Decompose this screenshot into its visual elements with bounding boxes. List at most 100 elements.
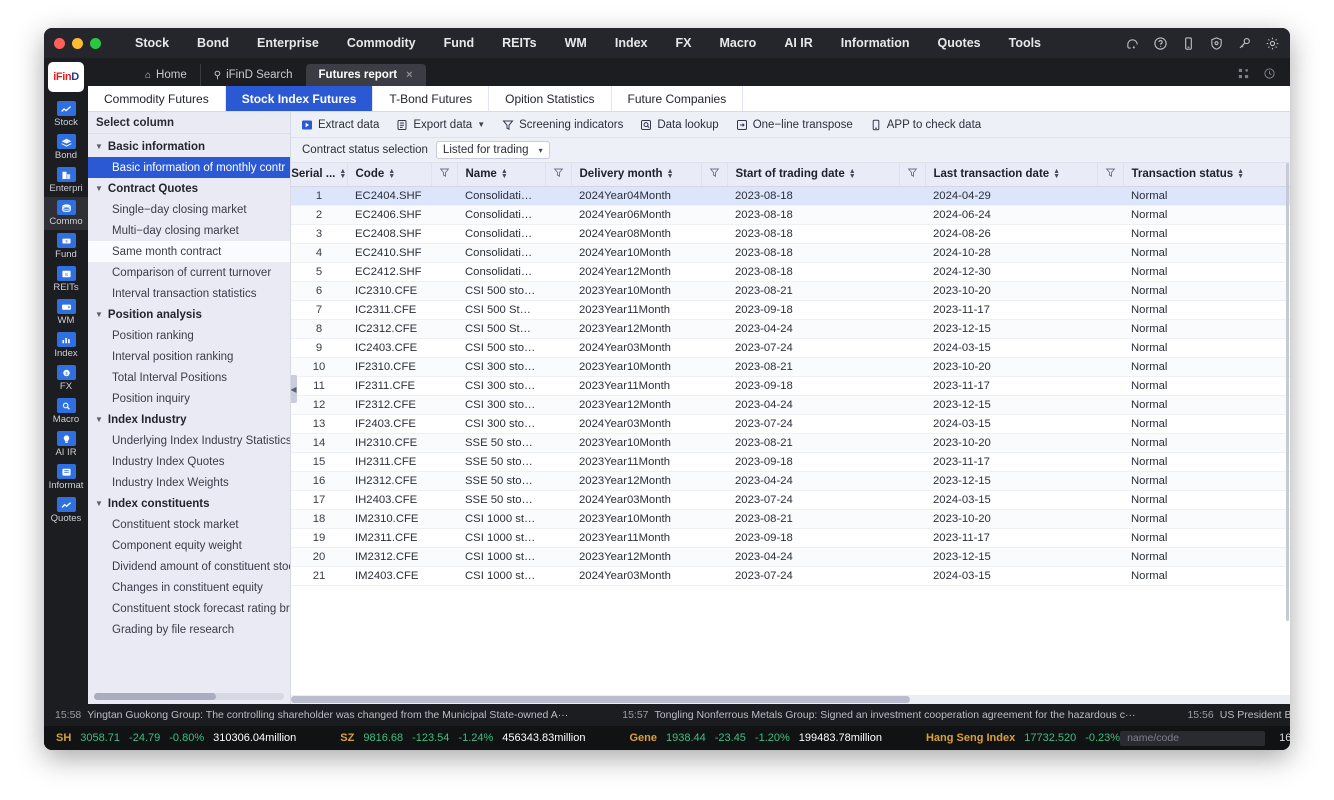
table-row[interactable]: 7 IC2311.CFE CSI 500 Stoc... 2023Year11Mont…: [291, 300, 1290, 320]
close-tab-icon[interactable]: ×: [406, 69, 412, 81]
tree-item-industry-index-quotes[interactable]: Industry Index Quotes: [88, 451, 290, 472]
quote-gene[interactable]: Gene 1938.44 -23.45 -1.20% 199483.78million: [629, 732, 882, 744]
minimize-window-button[interactable]: [72, 37, 83, 49]
table-row[interactable]: 8 IC2312.CFE CSI 500 Stoc... 2023Year12Mont…: [291, 319, 1290, 339]
tree-group-contract-quotes[interactable]: ▼ Contract Quotes: [88, 178, 290, 199]
column-header-start-of-trading-date[interactable]: Start of trading date ▲ ▼: [727, 163, 900, 187]
column-header-code[interactable]: Code ▲ ▼: [347, 163, 432, 187]
toolbar-one-line-transpose[interactable]: One−line transpose: [736, 119, 853, 131]
tree-item-dividend-amount-of-constituent-stoc[interactable]: Dividend amount of constituent stoc: [88, 556, 290, 577]
funnel-icon[interactable]: [709, 168, 720, 181]
chevron-down-icon[interactable]: ▼: [477, 120, 485, 129]
menu-item-macro[interactable]: Macro: [705, 32, 770, 54]
menu-item-quotes[interactable]: Quotes: [924, 32, 995, 54]
table-row[interactable]: 9 IC2403.CFE CSI 500 stoc... 2024Year03Mont…: [291, 338, 1290, 358]
sort-arrows-icon[interactable]: ▲ ▼: [667, 168, 674, 180]
column-filter-delivery-month[interactable]: [701, 163, 728, 187]
table-row[interactable]: 11 IF2311.CFE CSI 300 stoc... 2023Year11Mon…: [291, 376, 1290, 396]
tree-group-index-industry[interactable]: ▼ Index Industry: [88, 409, 290, 430]
mobile-icon[interactable]: [1181, 36, 1196, 51]
sort-arrows-icon[interactable]: ▲ ▼: [1053, 168, 1060, 180]
column-header-serial[interactable]: Serial ... ▲ ▼: [291, 163, 348, 187]
table-row[interactable]: 14 IH2310.CFE SSE 50 stock... 2023Year10Mon…: [291, 433, 1290, 453]
sort-arrows-icon[interactable]: ▲ ▼: [849, 168, 856, 180]
menu-item-fund[interactable]: Fund: [430, 32, 489, 54]
table-row[interactable]: 2 EC2406.SHF Consolidation... 2024Year06Mon…: [291, 205, 1290, 225]
tab-ifind-search[interactable]: ⚲ iFinD Search: [199, 64, 306, 86]
tab-futures-report[interactable]: Futures report ×: [305, 64, 426, 86]
menu-item-wm[interactable]: WM: [551, 32, 601, 54]
data-table-scroll-area[interactable]: Serial ... ▲ ▼ Code ▲ ▼ Name ▲ ▼ Delivery month ▲ ▼…: [291, 163, 1290, 695]
sub-tab-t-bond-futures[interactable]: T-Bond Futures: [373, 86, 490, 111]
close-window-button[interactable]: [54, 37, 65, 49]
menu-item-commodity[interactable]: Commodity: [333, 32, 430, 54]
column-header-delivery-month[interactable]: Delivery month ▲ ▼: [571, 163, 702, 187]
table-row[interactable]: 12 IF2312.CFE CSI 300 stoc... 2023Year12Mon…: [291, 395, 1290, 415]
tree-item-grading-by-file-research[interactable]: Grading by file research: [88, 619, 290, 640]
table-row[interactable]: 16 IH2312.CFE SSE 50 stock... 2023Year12Mon…: [291, 471, 1290, 491]
menu-item-reits[interactable]: REITs: [488, 32, 551, 54]
menu-item-fx[interactable]: FX: [662, 32, 706, 54]
tree-item-single-day-closing-market[interactable]: Single−day closing market: [88, 199, 290, 220]
tree-group-index-constituents[interactable]: ▼ Index constituents: [88, 493, 290, 514]
news-item[interactable]: 15:57 Tongling Nonferrous Metals Group: S…: [622, 709, 1135, 721]
table-row[interactable]: 20 IM2312.CFE CSI 1000 sto... 2023Year12Mon…: [291, 547, 1290, 567]
column-header-last-transaction-date[interactable]: Last transaction date ▲ ▼: [925, 163, 1098, 187]
table-row[interactable]: 17 IH2403.CFE SSE 50 stock... 2024Year03Mon…: [291, 490, 1290, 510]
table-row[interactable]: 1 EC2404.SHF Consolidation... 2024Year04Mon…: [291, 186, 1290, 206]
table-row[interactable]: 18 IM2310.CFE CSI 1000 sto... 2023Year10Mon…: [291, 509, 1290, 529]
menu-item-enterprise[interactable]: Enterprise: [243, 32, 333, 54]
sort-arrows-icon[interactable]: ▲ ▼: [388, 168, 395, 180]
tree-item-component-equity-weight[interactable]: Component equity weight: [88, 535, 290, 556]
column-header-name[interactable]: Name ▲ ▼: [457, 163, 546, 187]
quote-sz[interactable]: SZ 9816.68 -123.54 -1.24% 456343.83million: [340, 732, 585, 744]
table-row[interactable]: 5 EC2412.SHF Consolidation... 2024Year12Mon…: [291, 262, 1290, 282]
rail-item-wm[interactable]: WM: [44, 296, 88, 329]
table-row[interactable]: 10 IF2310.CFE CSI 300 stoc... 2023Year10Mon…: [291, 357, 1290, 377]
rail-item-macro[interactable]: Macro: [44, 395, 88, 428]
tree-horizontal-scrollbar[interactable]: [94, 693, 284, 700]
tree-item-position-inquiry[interactable]: Position inquiry: [88, 388, 290, 409]
quote-hang-seng-index[interactable]: Hang Seng Index 17732.520 -0.23%: [926, 732, 1120, 744]
quote-sh[interactable]: SH 3058.71 -24.79 -0.80% 310306.04million: [56, 732, 296, 744]
sub-tab-commodity-futures[interactable]: Commodity Futures: [88, 86, 226, 111]
tree-item-total-interval-positions[interactable]: Total Interval Positions: [88, 367, 290, 388]
funnel-icon[interactable]: [1105, 168, 1116, 181]
menu-item-index[interactable]: Index: [601, 32, 662, 54]
tab-home[interactable]: ⌂ Home: [132, 64, 200, 86]
sort-arrows-icon[interactable]: ▲ ▼: [339, 168, 346, 180]
toolbar-export-data[interactable]: Export data ▼: [396, 119, 485, 131]
column-filter-start-of-trading-date[interactable]: [899, 163, 926, 187]
table-row[interactable]: 4 EC2410.SHF Consolidation... 2024Year10Mon…: [291, 243, 1290, 263]
rail-item-enterpri[interactable]: Enterpri: [44, 164, 88, 197]
menu-item-information[interactable]: Information: [827, 32, 924, 54]
caret-down-icon[interactable]: ▼: [95, 415, 103, 424]
table-row[interactable]: 6 IC2310.CFE CSI 500 stoc... 2023Year10Mont…: [291, 281, 1290, 301]
tree-group-position-analysis[interactable]: ▼ Position analysis: [88, 304, 290, 325]
toolbar-app-to-check-data[interactable]: APP to check data: [870, 119, 981, 131]
sub-tab-stock-index-futures[interactable]: Stock Index Futures: [225, 86, 374, 111]
tree-item-constituent-stock-forecast-rating-br[interactable]: Constituent stock forecast rating br: [88, 598, 290, 619]
toolbar-screening-indicators[interactable]: Screening indicators: [502, 119, 623, 131]
caret-down-icon[interactable]: ▼: [95, 184, 103, 193]
table-row[interactable]: 15 IH2311.CFE SSE 50 stock... 2023Year11Mon…: [291, 452, 1290, 472]
grid-apps-icon[interactable]: [1237, 67, 1252, 82]
news-item[interactable]: 15:56 US President Biden arrives in Israe…: [1187, 709, 1290, 721]
table-vertical-scrollbar[interactable]: [1285, 163, 1290, 695]
tree-item-comparison-of-current-turnover[interactable]: Comparison of current turnover: [88, 262, 290, 283]
column-filter-last-transaction-date[interactable]: [1097, 163, 1124, 187]
key-icon[interactable]: [1237, 36, 1252, 51]
tree-item-industry-index-weights[interactable]: Industry Index Weights: [88, 472, 290, 493]
menu-item-ai-ir[interactable]: AI IR: [770, 32, 826, 54]
rail-item-commo[interactable]: Commo: [44, 197, 88, 230]
table-row[interactable]: 21 IM2403.CFE CSI 1000 sto... 2024Year03Mon…: [291, 566, 1290, 586]
column-filter-name[interactable]: [545, 163, 572, 187]
table-horizontal-scrollbar[interactable]: [291, 695, 1290, 704]
rail-item-stock[interactable]: Stock: [44, 98, 88, 131]
rail-item-informat[interactable]: Informat: [44, 461, 88, 494]
rail-item-reits[interactable]: S REITs: [44, 263, 88, 296]
tree-item-position-ranking[interactable]: Position ranking: [88, 325, 290, 346]
shield-icon[interactable]: [1209, 36, 1224, 51]
window-controls[interactable]: [54, 37, 101, 49]
sub-tab-future-companies[interactable]: Future Companies: [612, 86, 744, 111]
